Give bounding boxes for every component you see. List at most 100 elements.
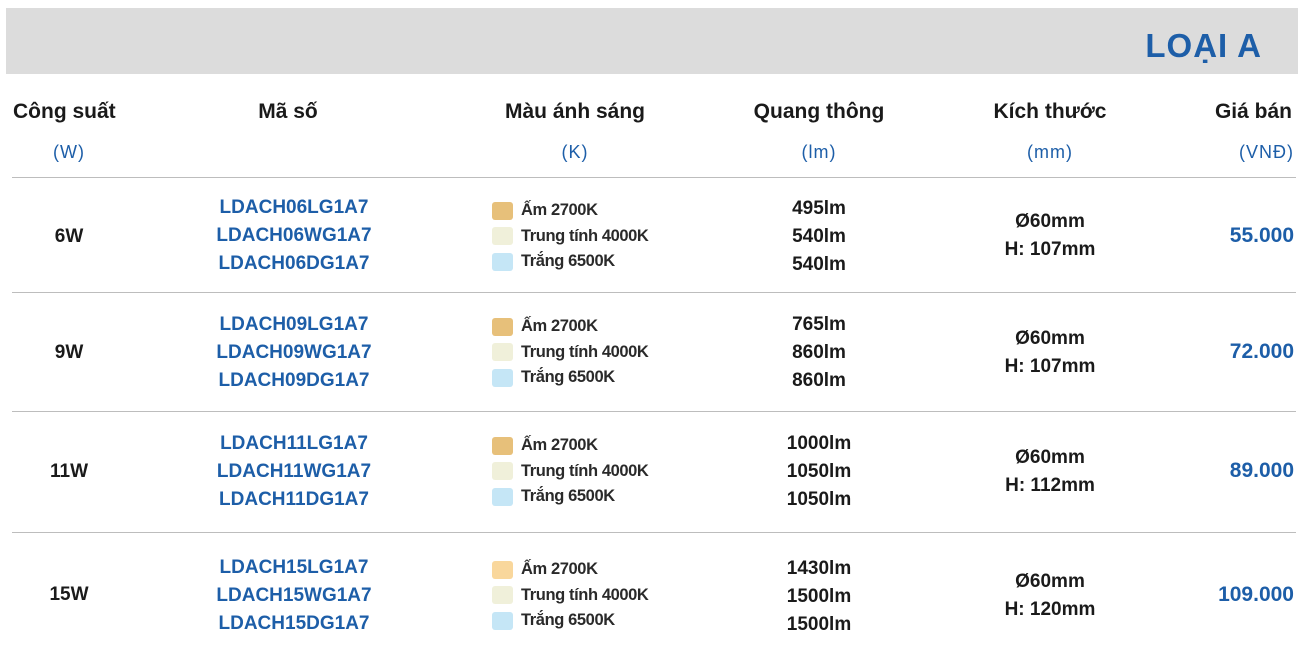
power-value: 9W bbox=[54, 342, 84, 363]
light-color-item: Trắng 6500K bbox=[492, 484, 648, 510]
header-dimensions: Kích thước bbox=[993, 100, 1107, 123]
dimensions: Ø60mm H: 107mm bbox=[1005, 325, 1096, 381]
luminous-flux: 860lm bbox=[792, 370, 846, 391]
warm-swatch bbox=[492, 201, 513, 220]
light-color-list: Ấm 2700K Trung tính 4000K Trắng 6500K bbox=[492, 314, 649, 391]
product-code: LDACH11LG1A7 bbox=[220, 433, 368, 454]
power-value: 11W bbox=[49, 461, 89, 482]
light-color-label: Trắng 6500K bbox=[521, 611, 615, 630]
white-swatch bbox=[492, 368, 513, 387]
height: H: 107mm bbox=[1004, 356, 1096, 377]
product-code: LDACH15DG1A7 bbox=[218, 613, 370, 634]
title-band: LOẠI A bbox=[6, 8, 1298, 74]
light-color-item: Ấm 2700K bbox=[492, 198, 648, 224]
light-color-item: Ấm 2700K bbox=[492, 314, 648, 340]
neutral-swatch bbox=[492, 227, 513, 246]
light-color-list: Ấm 2700K Trung tính 4000K Trắng 6500K bbox=[492, 557, 649, 634]
luminous-flux: 1050lm bbox=[786, 489, 852, 510]
header-power: Công suất bbox=[13, 100, 116, 123]
row-divider bbox=[12, 532, 1296, 533]
light-color-label: Trung tính 4000K bbox=[521, 226, 649, 245]
light-color-label: Ấm 2700K bbox=[521, 317, 598, 336]
light-color-item: Trắng 6500K bbox=[492, 365, 648, 391]
light-color-item: Trung tính 4000K bbox=[492, 583, 649, 609]
neutral-swatch bbox=[492, 343, 513, 362]
product-code: LDACH15LG1A7 bbox=[219, 557, 369, 578]
neutral-swatch bbox=[492, 462, 513, 481]
product-code: LDACH06DG1A7 bbox=[218, 253, 370, 274]
product-codes: LDACH11LG1A7 LDACH11WG1A7 LDACH11DG1A7 bbox=[217, 430, 371, 514]
header-luminous-flux: Quang thông bbox=[753, 100, 885, 123]
header-power-unit: (W) bbox=[53, 142, 85, 162]
luminous-flux: 1500lm bbox=[786, 614, 852, 635]
height: H: 107mm bbox=[1004, 239, 1096, 260]
luminous-flux: 1500lm bbox=[786, 586, 852, 607]
light-color-list: Ấm 2700K Trung tính 4000K Trắng 6500K bbox=[492, 433, 649, 510]
white-swatch bbox=[492, 487, 513, 506]
luminous-flux: 1430lm bbox=[786, 558, 852, 579]
light-color-item: Ấm 2700K bbox=[492, 557, 648, 583]
product-code: LDACH15WG1A7 bbox=[216, 585, 372, 606]
diameter: Ø60mm bbox=[1015, 328, 1085, 349]
height: H: 112mm bbox=[1005, 475, 1095, 496]
header-light-color-unit: (K) bbox=[561, 142, 589, 162]
light-color-label: Trung tính 4000K bbox=[521, 461, 649, 480]
luminous-flux-values: 495lm 540lm 540lm bbox=[792, 195, 846, 279]
row-divider bbox=[12, 292, 1296, 293]
light-color-label: Ấm 2700K bbox=[521, 560, 598, 579]
light-color-label: Ấm 2700K bbox=[521, 201, 598, 220]
luminous-flux: 765lm bbox=[792, 314, 846, 335]
light-color-item: Trắng 6500K bbox=[492, 608, 648, 634]
white-swatch bbox=[492, 611, 513, 630]
price-value: 72.000 bbox=[1229, 340, 1294, 363]
light-color-item: Trung tính 4000K bbox=[492, 340, 649, 366]
diameter: Ø60mm bbox=[1015, 211, 1085, 232]
light-color-label: Trắng 6500K bbox=[521, 368, 615, 387]
warm-swatch bbox=[492, 560, 513, 579]
diameter: Ø60mm bbox=[1015, 571, 1085, 592]
light-color-item: Trung tính 4000K bbox=[492, 459, 649, 485]
diameter: Ø60mm bbox=[1015, 447, 1085, 468]
dimensions: Ø60mm H: 107mm bbox=[1005, 208, 1096, 264]
luminous-flux-values: 1000lm 1050lm 1050lm bbox=[787, 430, 851, 514]
header-code: Mã số bbox=[258, 100, 318, 123]
header-price-unit: (VNĐ) bbox=[1239, 142, 1294, 162]
light-color-item: Trung tính 4000K bbox=[492, 224, 649, 250]
luminous-flux-values: 1430lm 1500lm 1500lm bbox=[787, 555, 851, 639]
header-dimensions-unit: (mm) bbox=[1027, 142, 1073, 162]
product-code: LDACH11DG1A7 bbox=[219, 489, 369, 510]
luminous-flux: 540lm bbox=[792, 254, 846, 275]
product-code: LDACH06LG1A7 bbox=[219, 197, 369, 218]
header-luminous-flux-unit: (lm) bbox=[801, 142, 837, 162]
product-code: LDACH06WG1A7 bbox=[216, 225, 372, 246]
luminous-flux: 1050lm bbox=[786, 461, 852, 482]
page-title: LOẠI A bbox=[1145, 27, 1262, 64]
power-value: 6W bbox=[54, 226, 84, 247]
light-color-list: Ấm 2700K Trung tính 4000K Trắng 6500K bbox=[492, 198, 649, 275]
light-color-label: Ấm 2700K bbox=[521, 436, 598, 455]
power-value: 15W bbox=[49, 584, 89, 605]
luminous-flux: 495lm bbox=[792, 198, 846, 219]
header-light-color: Màu ánh sáng bbox=[504, 100, 646, 123]
light-color-label: Trắng 6500K bbox=[521, 487, 615, 506]
light-color-label: Trung tính 4000K bbox=[521, 585, 649, 604]
luminous-flux: 1000lm bbox=[786, 433, 852, 454]
price-value: 89.000 bbox=[1229, 459, 1294, 482]
luminous-flux: 540lm bbox=[792, 226, 846, 247]
price-value: 109.000 bbox=[1218, 583, 1294, 606]
light-color-label: Trắng 6500K bbox=[521, 252, 615, 271]
product-codes: LDACH06LG1A7 LDACH06WG1A7 LDACH06DG1A7 bbox=[216, 194, 371, 278]
luminous-flux: 860lm bbox=[792, 342, 846, 363]
dimensions: Ø60mm H: 120mm bbox=[1005, 568, 1096, 624]
product-code: LDACH09LG1A7 bbox=[219, 314, 369, 335]
product-codes: LDACH15LG1A7 LDACH15WG1A7 LDACH15DG1A7 bbox=[216, 554, 371, 638]
row-divider bbox=[12, 411, 1296, 412]
light-color-item: Ấm 2700K bbox=[492, 433, 648, 459]
warm-swatch bbox=[492, 436, 513, 455]
product-codes: LDACH09LG1A7 LDACH09WG1A7 LDACH09DG1A7 bbox=[216, 311, 371, 395]
warm-swatch bbox=[492, 317, 513, 336]
dimensions: Ø60mm H: 112mm bbox=[1005, 444, 1095, 500]
product-code: LDACH11WG1A7 bbox=[216, 461, 372, 482]
product-code: LDACH09WG1A7 bbox=[216, 342, 372, 363]
header-price: Giá bán bbox=[1214, 100, 1292, 123]
